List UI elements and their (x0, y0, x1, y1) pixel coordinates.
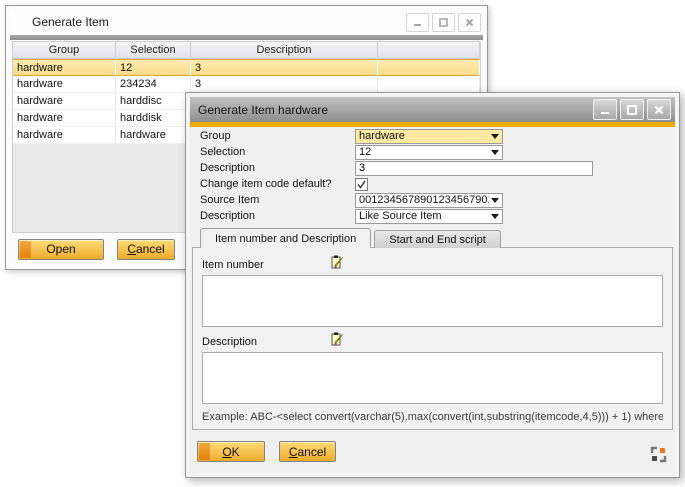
chevron-down-icon (491, 214, 499, 219)
ok-button[interactable]: OK (197, 441, 265, 462)
description-mode-label: Description (200, 210, 355, 222)
cancel-button-accel: C (127, 242, 136, 256)
form-row-description-mode: Description Like Source Item (200, 208, 667, 224)
table-row[interactable]: hardware 234234 3 (13, 76, 480, 93)
dialog-tabs: Item number and Description Start and En… (200, 228, 504, 248)
tab-label: Start and End script (389, 234, 486, 246)
checkmark-icon (356, 179, 367, 190)
cell-group[interactable]: hardware (13, 76, 116, 93)
cell-empty (378, 59, 480, 76)
generate-item-titlebar[interactable]: Generate Item (10, 10, 483, 34)
dialog-titlebar[interactable]: Generate Item hardware (190, 97, 675, 122)
inactive-accent-bar (10, 35, 483, 40)
chevron-down-icon (491, 198, 499, 203)
cell-group[interactable]: hardware (13, 110, 116, 127)
desktop: Generate Item Group Selection Descriptio… (0, 0, 685, 487)
description-label: Description (200, 162, 355, 174)
maximize-button[interactable] (432, 13, 455, 32)
item-number-label: Item number (202, 259, 330, 271)
edit-script-icon[interactable] (330, 332, 344, 352)
resize-grip-icon[interactable] (650, 446, 667, 463)
item-number-label-row: Item number (202, 257, 663, 272)
open-button[interactable]: Open (18, 239, 104, 260)
button-focus-indicator (199, 443, 210, 460)
window-controls (590, 99, 671, 120)
cell-group[interactable]: hardware (13, 127, 116, 144)
open-button-label: Open (46, 242, 75, 256)
cell-selection[interactable]: harddisk (116, 110, 191, 127)
chevron-down-icon (491, 150, 499, 155)
cell-selection[interactable]: 234234 (116, 76, 191, 93)
edit-script-icon[interactable] (330, 255, 344, 275)
tab-start-and-end-script[interactable]: Start and End script (374, 230, 501, 248)
example-hint-text: Example: ABC-<select convert(varchar(5),… (202, 411, 663, 423)
chevron-down-icon (491, 134, 499, 139)
window-title: Generate Item (32, 15, 109, 29)
description-script-label: Description (202, 336, 330, 348)
cell-selection[interactable]: harddisc (116, 93, 191, 110)
cell-description[interactable]: 3 (191, 76, 378, 93)
form-row-change-item-code: Change item code default? (200, 176, 667, 192)
cancel-button-label: ancel (297, 445, 326, 459)
cell-selection[interactable]: hardware (116, 127, 191, 144)
dialog-client-area: Group hardware Selection 12 Description (190, 127, 675, 473)
minimize-button[interactable] (593, 99, 617, 120)
selection-label: Selection (200, 146, 355, 158)
form-row-source-item: Source Item 00123456789012345679012345 (200, 192, 667, 208)
cell-group[interactable]: hardware (13, 59, 116, 76)
dialog-footer: OK Cancel (197, 441, 336, 462)
cell-group[interactable]: hardware (13, 93, 116, 110)
description-label-row: Description (202, 334, 663, 349)
form-row-group: Group hardware (200, 128, 667, 144)
column-header-group: Group (13, 42, 116, 58)
description-mode-value: Like Source Item (359, 210, 489, 222)
dialog-form: Group hardware Selection 12 Description (200, 128, 667, 224)
cell-description[interactable]: 3 (191, 59, 378, 76)
tab-content-panel: Item number Description (192, 247, 673, 430)
group-dropdown[interactable]: hardware (355, 129, 503, 144)
table-header-row: Group Selection Description (13, 42, 480, 59)
column-header-empty (378, 42, 480, 58)
item-number-textarea[interactable] (202, 275, 663, 327)
description-input[interactable] (355, 161, 593, 176)
generate-item-hardware-dialog: Generate Item hardware Group hard (185, 92, 680, 478)
tab-item-number-and-description[interactable]: Item number and Description (200, 228, 371, 248)
button-focus-indicator (20, 241, 31, 258)
cancel-button[interactable]: Cancel (279, 441, 336, 462)
close-button[interactable] (647, 99, 671, 120)
window-controls (403, 13, 481, 32)
description-textarea[interactable] (202, 352, 663, 404)
group-value: hardware (359, 130, 489, 142)
close-button[interactable] (458, 13, 481, 32)
cancel-button[interactable]: Cancel (117, 239, 175, 260)
selection-value: 12 (359, 146, 489, 158)
dialog-title: Generate Item hardware (198, 103, 328, 117)
maximize-button[interactable] (620, 99, 644, 120)
form-row-selection: Selection 12 (200, 144, 667, 160)
table-row[interactable]: hardware 12 3 (13, 59, 480, 76)
cancel-button-label: ancel (136, 242, 165, 256)
ok-button-accel: O (222, 445, 231, 459)
form-row-description: Description (200, 160, 667, 176)
source-item-value: 00123456789012345679012345 (359, 194, 489, 206)
source-item-dropdown[interactable]: 00123456789012345679012345 (355, 193, 503, 208)
group-label: Group (200, 130, 355, 142)
selection-dropdown[interactable]: 12 (355, 145, 503, 160)
change-item-code-label: Change item code default? (200, 178, 355, 190)
cell-selection[interactable]: 12 (116, 59, 191, 76)
cell-empty (378, 76, 480, 93)
ok-button-label: K (232, 445, 240, 459)
column-header-description: Description (191, 42, 378, 58)
minimize-button[interactable] (406, 13, 429, 32)
description-mode-dropdown[interactable]: Like Source Item (355, 209, 503, 224)
change-item-code-checkbox[interactable] (355, 178, 368, 191)
source-item-label: Source Item (200, 194, 355, 206)
tab-label: Item number and Description (215, 233, 356, 245)
column-header-selection: Selection (116, 42, 191, 58)
